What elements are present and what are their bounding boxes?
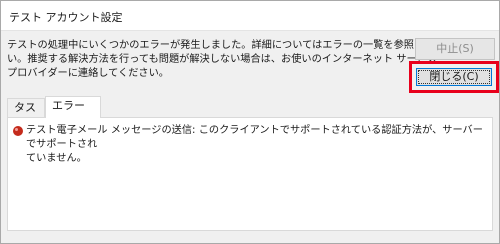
tab-strip: タスク エラー [7, 96, 499, 131]
status-message-line: テストの処理中にいくつかのエラーが発生しました。詳細についてはエラーの一覧を参照… [7, 40, 465, 51]
error-text: ていません。 [26, 153, 87, 164]
title-bar[interactable]: テスト アカウント設定 [1, 1, 499, 31]
tab-errors[interactable]: エラー [45, 96, 101, 118]
status-message-line: プロバイダーに連絡してください。 [7, 68, 169, 79]
status-message-line: い。推奨する解決方法を行っても問題が解決しない場合は、お使いのインターネット サ… [7, 54, 438, 65]
error-panel: テスト電子メール メッセージの送信: このクライアントでサポートされている認証方… [7, 117, 493, 231]
close-button-highlight: 閉じる(C) [409, 61, 499, 93]
account-settings-test-dialog: テスト アカウント設定 テストの処理中にいくつかのエラーが発生しました。詳細につ… [0, 0, 500, 244]
close-button[interactable]: 閉じる(C) [416, 68, 492, 86]
error-text: テスト電子メール メッセージの送信: このクライアントでサポートされている認証方… [26, 125, 483, 150]
error-icon [13, 126, 23, 136]
status-message: テストの処理中にいくつかのエラーが発生しました。詳細についてはエラーの一覧を参照… [7, 39, 465, 81]
error-list: テスト電子メール メッセージの送信: このクライアントでサポートされている認証方… [12, 124, 488, 166]
window-title: テスト アカウント設定 [9, 11, 123, 24]
tab-tasks[interactable]: タスク [7, 98, 45, 131]
stop-button[interactable]: 中止(S) [415, 38, 495, 60]
list-item[interactable]: テスト電子メール メッセージの送信: このクライアントでサポートされている認証方… [12, 124, 488, 166]
